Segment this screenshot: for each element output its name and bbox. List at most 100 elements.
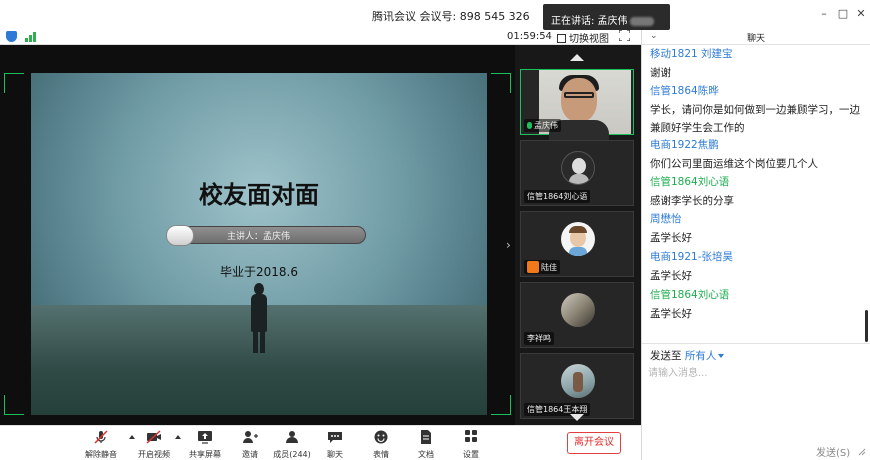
share-screen-label: 共享屏幕 (189, 450, 221, 459)
chat-panel: ⌄ 聊天 移动1821 刘建宝 谢谢 信管1864陈晔 学长，请问你是如何做到一… (641, 28, 870, 460)
speaking-indicator: 正在讲话: 孟庆伟 (543, 4, 670, 30)
document-icon (421, 430, 431, 444)
start-video-label: 开启视频 (138, 450, 170, 459)
participant-name: 信管1864王本翔 (527, 405, 588, 414)
video-tile[interactable]: 李祥鸣 (520, 282, 634, 348)
emoji-label: 表情 (373, 450, 389, 459)
host-icon (527, 261, 539, 273)
meeting-timer: 01:59:54 (507, 31, 552, 42)
emoji-button[interactable]: 表情 (361, 430, 401, 460)
chat-message-list[interactable]: 移动1821 刘建宝 谢谢 信管1864陈晔 学长，请问你是如何做到一边兼顾学习… (642, 45, 870, 343)
slide-person-silhouette (249, 283, 269, 355)
title-bar: 腾讯会议 会议号: 898 545 326 – □ ✕ (0, 0, 870, 28)
chat-text: 学长，请问你是如何做到一边兼顾学习，一边兼顾好学生会工作的 (650, 104, 860, 134)
send-to-label: 发送至 (650, 350, 682, 362)
close-icon[interactable]: ✕ (853, 6, 869, 22)
maximize-icon[interactable]: □ (835, 6, 851, 22)
participant-name: 孟庆伟 (534, 121, 558, 130)
participant-name: 陆佳 (541, 263, 557, 272)
chat-sender: 周懋怡 (650, 213, 682, 225)
slide-bar-knob (166, 225, 194, 246)
slide-graduation: 毕业于2018.6 (220, 265, 298, 279)
chat-message: 信管1864陈晔 学长，请问你是如何做到一边兼顾学习，一边兼顾好学生会工作的 (650, 84, 862, 137)
unmute-label: 解除静音 (85, 450, 117, 459)
share-corner-bottom-left (4, 395, 24, 415)
minimize-icon[interactable]: – (816, 6, 832, 22)
avatar (561, 364, 595, 398)
chevron-right-icon[interactable]: › (506, 238, 511, 252)
share-corner-top-right (491, 73, 511, 93)
docs-button[interactable]: 文档 (406, 430, 446, 460)
apps-label: 设置 (463, 450, 479, 459)
apps-button[interactable]: 设置 (451, 430, 491, 460)
scroll-down-icon[interactable] (570, 414, 584, 421)
chat-message: 信管1864刘心语 感谢李学长的分享 (650, 175, 862, 210)
camera-off-icon (146, 430, 161, 444)
emoji-icon (374, 430, 388, 444)
grid-view-icon (557, 34, 566, 43)
apps-grid-icon (465, 430, 477, 442)
chat-label: 聊天 (327, 450, 343, 459)
tile-name-label: 孟庆伟 (524, 119, 561, 132)
chat-scrollbar[interactable] (865, 310, 868, 342)
video-options-icon[interactable] (175, 435, 181, 439)
chat-sender: 移动1821 刘建宝 (650, 48, 733, 60)
participant-name: 李祥鸣 (527, 334, 551, 343)
fullscreen-icon[interactable] (619, 30, 630, 41)
leave-meeting-button[interactable]: 离开会议 (567, 432, 621, 454)
members-label: 成员(244) (273, 450, 311, 459)
docs-label: 文档 (418, 450, 434, 459)
unmute-button[interactable]: 解除静音 (81, 430, 121, 460)
members-icon (286, 431, 298, 443)
chat-sender: 电商1922焦鹏 (650, 139, 719, 151)
video-tile[interactable]: 陆佳 (520, 211, 634, 277)
chat-sender: 信管1864陈晔 (650, 85, 719, 97)
slide-speaker-bar: 主讲人：孟庆伟 (166, 225, 366, 246)
share-corner-bottom-right (491, 395, 511, 415)
video-tile[interactable]: 信管1864王本翔 (520, 353, 634, 419)
tile-name-label: 李祥鸣 (524, 332, 554, 345)
speaking-label: 正在讲话: 孟庆伟 (551, 16, 628, 27)
chat-icon (328, 432, 342, 443)
invite-label: 邀请 (242, 450, 258, 459)
switch-view-button[interactable]: 切换视图 (557, 30, 609, 45)
share-screen-button[interactable]: 共享屏幕 (185, 430, 225, 460)
mic-on-icon (527, 122, 532, 129)
chat-sender: 信管1864刘心语 (650, 289, 730, 301)
chat-button[interactable]: 聊天 (315, 430, 355, 460)
chat-header: ⌄ 聊天 (642, 28, 870, 45)
send-button[interactable]: 发送(S) (816, 444, 850, 459)
chevron-down-icon[interactable] (718, 354, 725, 358)
mic-muted-icon (94, 430, 108, 444)
video-strip: 孟庆伟 信管1864刘心语 陆佳 李祥鸣 信管1864王本翔 (515, 45, 641, 425)
share-screen-icon (198, 431, 212, 444)
members-button[interactable]: 成员(244) (272, 430, 312, 460)
signal-strength-icon[interactable] (25, 32, 37, 42)
resize-grip-icon[interactable] (856, 446, 866, 456)
start-video-button[interactable]: 开启视频 (134, 430, 174, 460)
shared-screen: 校友面对面 主讲人：孟庆伟 毕业于2018.6 › (0, 45, 515, 425)
send-to-selector[interactable]: 发送至 所有人 (650, 348, 725, 363)
invite-icon (243, 431, 258, 443)
chat-text: 你们公司里面运维这个岗位要几个人 (650, 158, 818, 170)
video-tile-active[interactable]: 孟庆伟 (520, 69, 634, 140)
chat-sender: 信管1864刘心语 (650, 176, 730, 188)
tile-name-label: 信管1864刘心语 (524, 190, 591, 203)
share-corner-top-left (4, 73, 24, 93)
send-to-target[interactable]: 所有人 (685, 350, 717, 362)
chat-input[interactable] (648, 364, 864, 434)
chat-text: 谢谢 (650, 67, 671, 79)
scroll-up-icon[interactable] (570, 54, 584, 61)
presentation-slide: 校友面对面 主讲人：孟庆伟 毕业于2018.6 (31, 73, 487, 415)
invite-button[interactable]: 邀请 (230, 430, 270, 460)
chat-text: 孟学长好 (650, 232, 692, 244)
tile-name-label: 陆佳 (524, 260, 560, 274)
chat-divider (642, 343, 870, 344)
video-tile[interactable]: 信管1864刘心语 (520, 140, 634, 206)
switch-view-label: 切换视图 (569, 34, 609, 45)
meeting-toolbar: 解除静音 开启视频 共享屏幕 邀请 成员(244) 聊天 表情 文档 设置 离开… (0, 425, 641, 460)
chevron-down-icon[interactable]: ⌄ (650, 31, 658, 41)
security-shield-icon[interactable] (6, 31, 17, 42)
participant-name: 信管1864刘心语 (527, 192, 588, 201)
chat-text: 孟学长好 (650, 270, 692, 282)
